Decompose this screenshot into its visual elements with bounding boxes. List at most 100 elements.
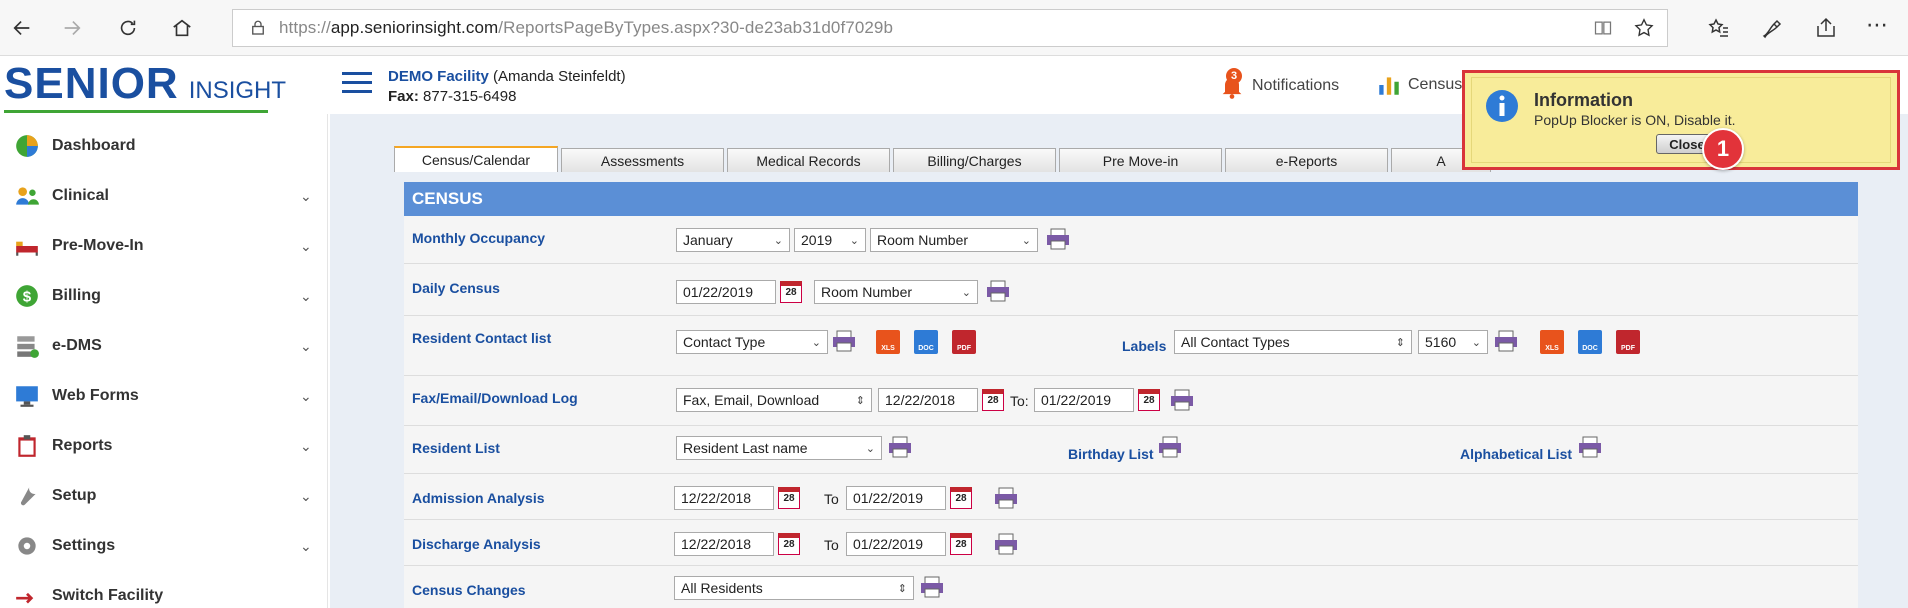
birthday-list-link[interactable]: Birthday List [1068,446,1154,462]
contact-type-select[interactable]: Contact Type ⌄ [676,330,828,354]
refresh-button[interactable] [112,12,144,44]
chevron-down-icon: ⌄ [300,287,312,304]
sidebar-item-web-forms[interactable]: Web Forms ⌄ [0,374,328,418]
tab-assessments[interactable]: Assessments [561,148,724,172]
to-label: To: [1010,393,1029,409]
monthly-occupancy-label: Monthly Occupancy [412,230,546,246]
row-discharge-analysis: Discharge Analysis 12/22/2018 28 To 01/2… [404,520,1858,566]
label-size-select[interactable]: 5160 ⌄ [1418,330,1488,354]
pdf-export-icon[interactable]: PDF [1616,330,1640,354]
calendar-icon[interactable]: 28 [950,487,972,509]
printer-icon[interactable] [920,576,944,598]
back-button[interactable] [6,12,38,44]
xls-export-icon[interactable]: XLS [1540,330,1564,354]
row-resident-list: Resident List Resident Last name ⌄ Birthd… [404,426,1858,474]
tab-billing-charges[interactable]: Billing/Charges [893,148,1056,172]
census-link[interactable]: Census [1376,72,1462,98]
sidebar-item-dashboard[interactable]: Dashboard [0,124,328,168]
printer-icon[interactable] [1046,228,1070,250]
sidebar-item-billing[interactable]: $ Billing ⌄ [0,274,328,318]
admission-from-input[interactable]: 12/22/2018 [674,486,774,510]
calendar-icon[interactable]: 28 [778,533,800,555]
labels-label: Labels [1122,338,1167,354]
labels-contact-type-select[interactable]: All Contact Types ⇕ [1174,330,1412,354]
daily-census-date-input[interactable]: 01/22/2019 [676,280,776,304]
resident-list-label: Resident List [412,440,500,456]
fax-log-from-input[interactable]: 12/22/2018 [878,388,978,412]
sidebar-item-setup[interactable]: Setup ⌄ [0,474,328,518]
printer-icon[interactable] [1494,330,1518,352]
chevron-down-icon: ⌄ [300,437,312,454]
chevron-down-icon: ⌄ [300,537,312,554]
admission-to-input[interactable]: 01/22/2019 [846,486,946,510]
tab-medical-records[interactable]: Medical Records [727,148,890,172]
resident-list-sort-select[interactable]: Resident Last name ⌄ [676,436,882,460]
pdf-export-icon[interactable]: PDF [952,330,976,354]
notifications-link[interactable]: 3 Notifications [1218,68,1340,100]
url-text: https://app.seniorinsight.com/ReportsPag… [279,18,894,37]
logo[interactable]: SENIOR INSIGHT [4,60,286,106]
fax-log-label: Fax/Email/Download Log [412,390,578,406]
xls-export-icon[interactable]: XLS [876,330,900,354]
contact-list-label: Resident Contact list [412,330,552,346]
more-options-icon[interactable]: ⋯ [1866,12,1888,38]
notifications-label: Notifications [1252,77,1340,94]
sidebar-item-clinical[interactable]: Clinical ⌄ [0,174,328,218]
share-icon[interactable] [1814,16,1838,40]
doc-export-icon[interactable]: DOC [1578,330,1602,354]
home-icon [173,19,191,37]
discharge-to-input[interactable]: 01/22/2019 [846,532,946,556]
sidebar-item-pre-move-in[interactable]: Pre-Move-In ⌄ [0,224,328,268]
printer-icon[interactable] [888,436,912,458]
tab-census-calendar[interactable]: Census/Calendar [394,146,558,172]
row-resident-contact-list: Resident Contact list Contact Type ⌄ XLS … [404,316,1858,376]
favorites-list-icon[interactable] [1706,16,1730,40]
doc-export-icon[interactable]: DOC [914,330,938,354]
alphabetical-list-link[interactable]: Alphabetical List [1460,446,1572,462]
printer-icon[interactable] [1158,436,1182,458]
forward-button[interactable] [56,12,88,44]
daily-census-label: Daily Census [412,280,500,296]
logo-main-text: SENIOR [4,59,179,108]
report-tabs: Census/Calendar Assessments Medical Reco… [394,146,1494,172]
printer-icon[interactable] [832,330,856,352]
favorite-star-icon[interactable] [1633,17,1655,39]
sidebar-item-reports[interactable]: Reports ⌄ [0,424,328,468]
year-select[interactable]: 2019 ⌄ [794,228,866,252]
census-changes-select[interactable]: All Residents ⇕ [674,576,914,600]
calendar-icon[interactable]: 28 [778,487,800,509]
month-select[interactable]: January ⌄ [676,228,790,252]
sidebar-item-settings[interactable]: Settings ⌄ [0,524,328,568]
calendar-icon[interactable]: 28 [780,281,802,303]
fax-log-to-input[interactable]: 01/22/2019 [1034,388,1134,412]
hamburger-menu-icon[interactable] [342,72,372,94]
reading-view-icon[interactable] [1593,18,1613,38]
sidebar-item-e-dms[interactable]: e-DMS ⌄ [0,324,328,368]
home-button[interactable] [166,12,198,44]
printer-icon[interactable] [1170,389,1194,411]
discharge-from-input[interactable]: 12/22/2018 [674,532,774,556]
row-admission-analysis: Admission Analysis 12/22/2018 28 To 01/2… [404,474,1858,520]
address-bar[interactable]: https://app.seniorinsight.com/ReportsPag… [232,9,1668,47]
calendar-icon[interactable]: 28 [950,533,972,555]
tab-pre-move-in[interactable]: Pre Move-in [1059,148,1222,172]
calendar-icon[interactable]: 28 [982,389,1004,411]
printer-icon[interactable] [994,533,1018,555]
daily-census-sort-select[interactable]: Room Number ⌄ [814,280,978,304]
sidebar: Dashboard Clinical ⌄ Pre-Move-In ⌄ $ Bil… [0,114,328,608]
admission-analysis-label: Admission Analysis [412,490,545,506]
printer-icon[interactable] [986,280,1010,302]
chevron-down-icon: ⌄ [300,487,312,504]
printer-icon[interactable] [1578,436,1602,458]
sidebar-item-switch-facility[interactable]: Switch Facility [0,574,328,608]
refresh-icon [120,20,136,36]
dollar-icon: $ [16,285,38,307]
printer-icon[interactable] [994,487,1018,509]
pen-icon[interactable] [1760,16,1784,40]
fax-log-type-select[interactable]: Fax, Email, Download ⇕ [676,388,872,412]
calendar-icon[interactable]: 28 [1138,389,1160,411]
tab-e-reports[interactable]: e-Reports [1225,148,1388,172]
occupancy-sort-select[interactable]: Room Number ⌄ [870,228,1038,252]
logo-sub-text: INSIGHT [188,77,287,104]
chevron-down-icon: ⌄ [300,337,312,354]
